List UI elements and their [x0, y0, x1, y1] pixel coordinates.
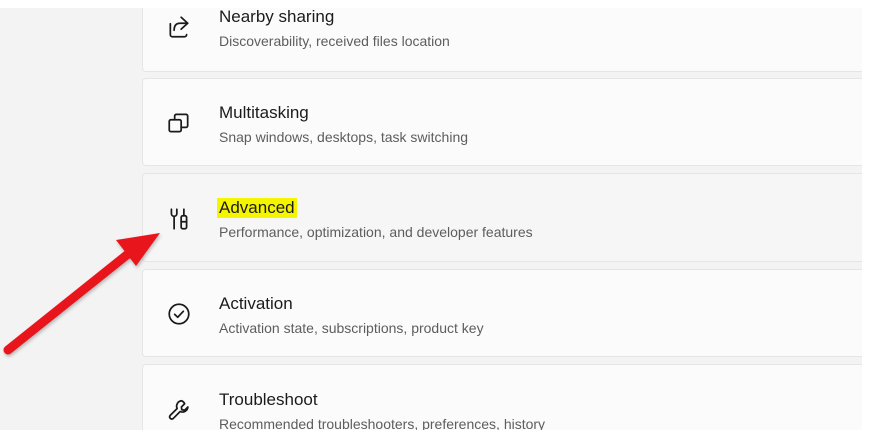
settings-item-advanced[interactable]: Advanced Performance, optimization, and …: [142, 173, 866, 262]
right-edge: [862, 0, 870, 430]
settings-item-subtitle: Performance, optimization, and developer…: [219, 224, 533, 240]
settings-viewport: Nearby sharing Discoverability, received…: [0, 0, 870, 430]
wrench-icon: [165, 396, 193, 424]
settings-item-subtitle: Discoverability, received files location: [219, 33, 450, 49]
settings-item-troubleshoot[interactable]: Troubleshoot Recommended troubleshooters…: [142, 364, 866, 430]
settings-item-activation[interactable]: Activation Activation state, subscriptio…: [142, 269, 866, 357]
settings-item-title: Multitasking: [219, 103, 309, 122]
advanced-tools-icon: [165, 205, 193, 233]
settings-item-subtitle: Activation state, subscriptions, product…: [219, 320, 484, 336]
settings-item-title: Activation: [219, 294, 293, 313]
settings-item-subtitle: Snap windows, desktops, task switching: [219, 129, 469, 145]
settings-item-multitasking[interactable]: Multitasking Snap windows, desktops, tas…: [142, 78, 866, 166]
settings-item-nearby-sharing[interactable]: Nearby sharing Discoverability, received…: [142, 0, 866, 72]
check-circle-icon: [165, 300, 193, 328]
settings-item-subtitle: Recommended troubleshooters, preferences…: [219, 416, 546, 430]
share-icon: [165, 13, 193, 41]
settings-item-title: Advanced: [217, 198, 297, 218]
top-edge: [0, 0, 870, 8]
settings-item-title: Nearby sharing: [219, 7, 335, 26]
settings-item-title: Troubleshoot: [219, 390, 318, 409]
multitasking-icon: [165, 109, 193, 137]
